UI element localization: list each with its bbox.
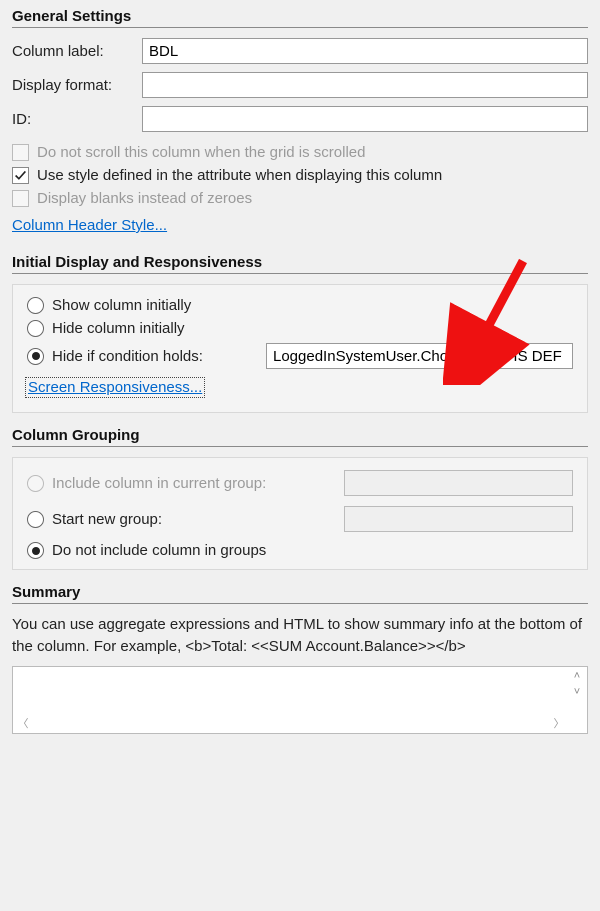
- start-new-group-input: [344, 506, 573, 532]
- include-group-input: [344, 470, 573, 496]
- radio-do-not-include[interactable]: [27, 542, 44, 559]
- link-column-header-style[interactable]: Column Header Style...: [12, 217, 167, 234]
- display-format-input[interactable]: [142, 72, 588, 98]
- checkbox-blanks: [12, 190, 29, 207]
- column-label-label: Column label:: [12, 43, 142, 60]
- scroll-up-icon[interactable]: ˄: [569, 669, 585, 683]
- radio-hide-initially-label: Hide column initially: [52, 320, 185, 337]
- radio-hide-if-condition[interactable]: [27, 348, 44, 365]
- group-initial-display: Show column initially Hide column initia…: [12, 284, 588, 413]
- summary-textarea[interactable]: [14, 668, 567, 717]
- summary-text-wrap: ˄ ˅ 〈 〉: [12, 666, 588, 734]
- scroll-down-icon[interactable]: ˅: [569, 685, 585, 699]
- radio-start-new-group[interactable]: [27, 511, 44, 528]
- radio-include-group-label: Include column in current group:: [52, 475, 336, 492]
- radio-show-initially-label: Show column initially: [52, 297, 191, 314]
- checkmark-icon: [14, 169, 27, 182]
- summary-description: You can use aggregate expressions and HT…: [12, 614, 588, 658]
- radio-start-new-group-label: Start new group:: [52, 511, 336, 528]
- condition-input[interactable]: [266, 343, 573, 369]
- section-header-grouping: Column Grouping: [12, 427, 588, 447]
- checkbox-no-scroll: [12, 144, 29, 161]
- checkbox-blanks-label: Display blanks instead of zeroes: [37, 190, 252, 207]
- scroll-right-icon[interactable]: 〉: [551, 717, 567, 731]
- id-label: ID:: [12, 111, 142, 128]
- section-header-general: General Settings: [12, 8, 588, 28]
- display-format-label: Display format:: [12, 77, 142, 94]
- group-column-grouping: Include column in current group: Start n…: [12, 457, 588, 570]
- section-header-initial: Initial Display and Responsiveness: [12, 254, 588, 274]
- scroll-left-icon[interactable]: 〈: [15, 717, 31, 731]
- radio-hide-initially[interactable]: [27, 320, 44, 337]
- radio-include-group: [27, 475, 44, 492]
- checkbox-use-style[interactable]: [12, 167, 29, 184]
- column-label-input[interactable]: [142, 38, 588, 64]
- checkbox-no-scroll-label: Do not scroll this column when the grid …: [37, 144, 365, 161]
- radio-hide-if-condition-label: Hide if condition holds:: [52, 348, 252, 365]
- section-header-summary: Summary: [12, 584, 588, 604]
- checkbox-use-style-label: Use style defined in the attribute when …: [37, 167, 442, 184]
- radio-show-initially[interactable]: [27, 297, 44, 314]
- id-input[interactable]: [142, 106, 588, 132]
- link-screen-responsiveness[interactable]: Screen Responsiveness...: [27, 379, 203, 396]
- radio-do-not-include-label: Do not include column in groups: [52, 542, 266, 559]
